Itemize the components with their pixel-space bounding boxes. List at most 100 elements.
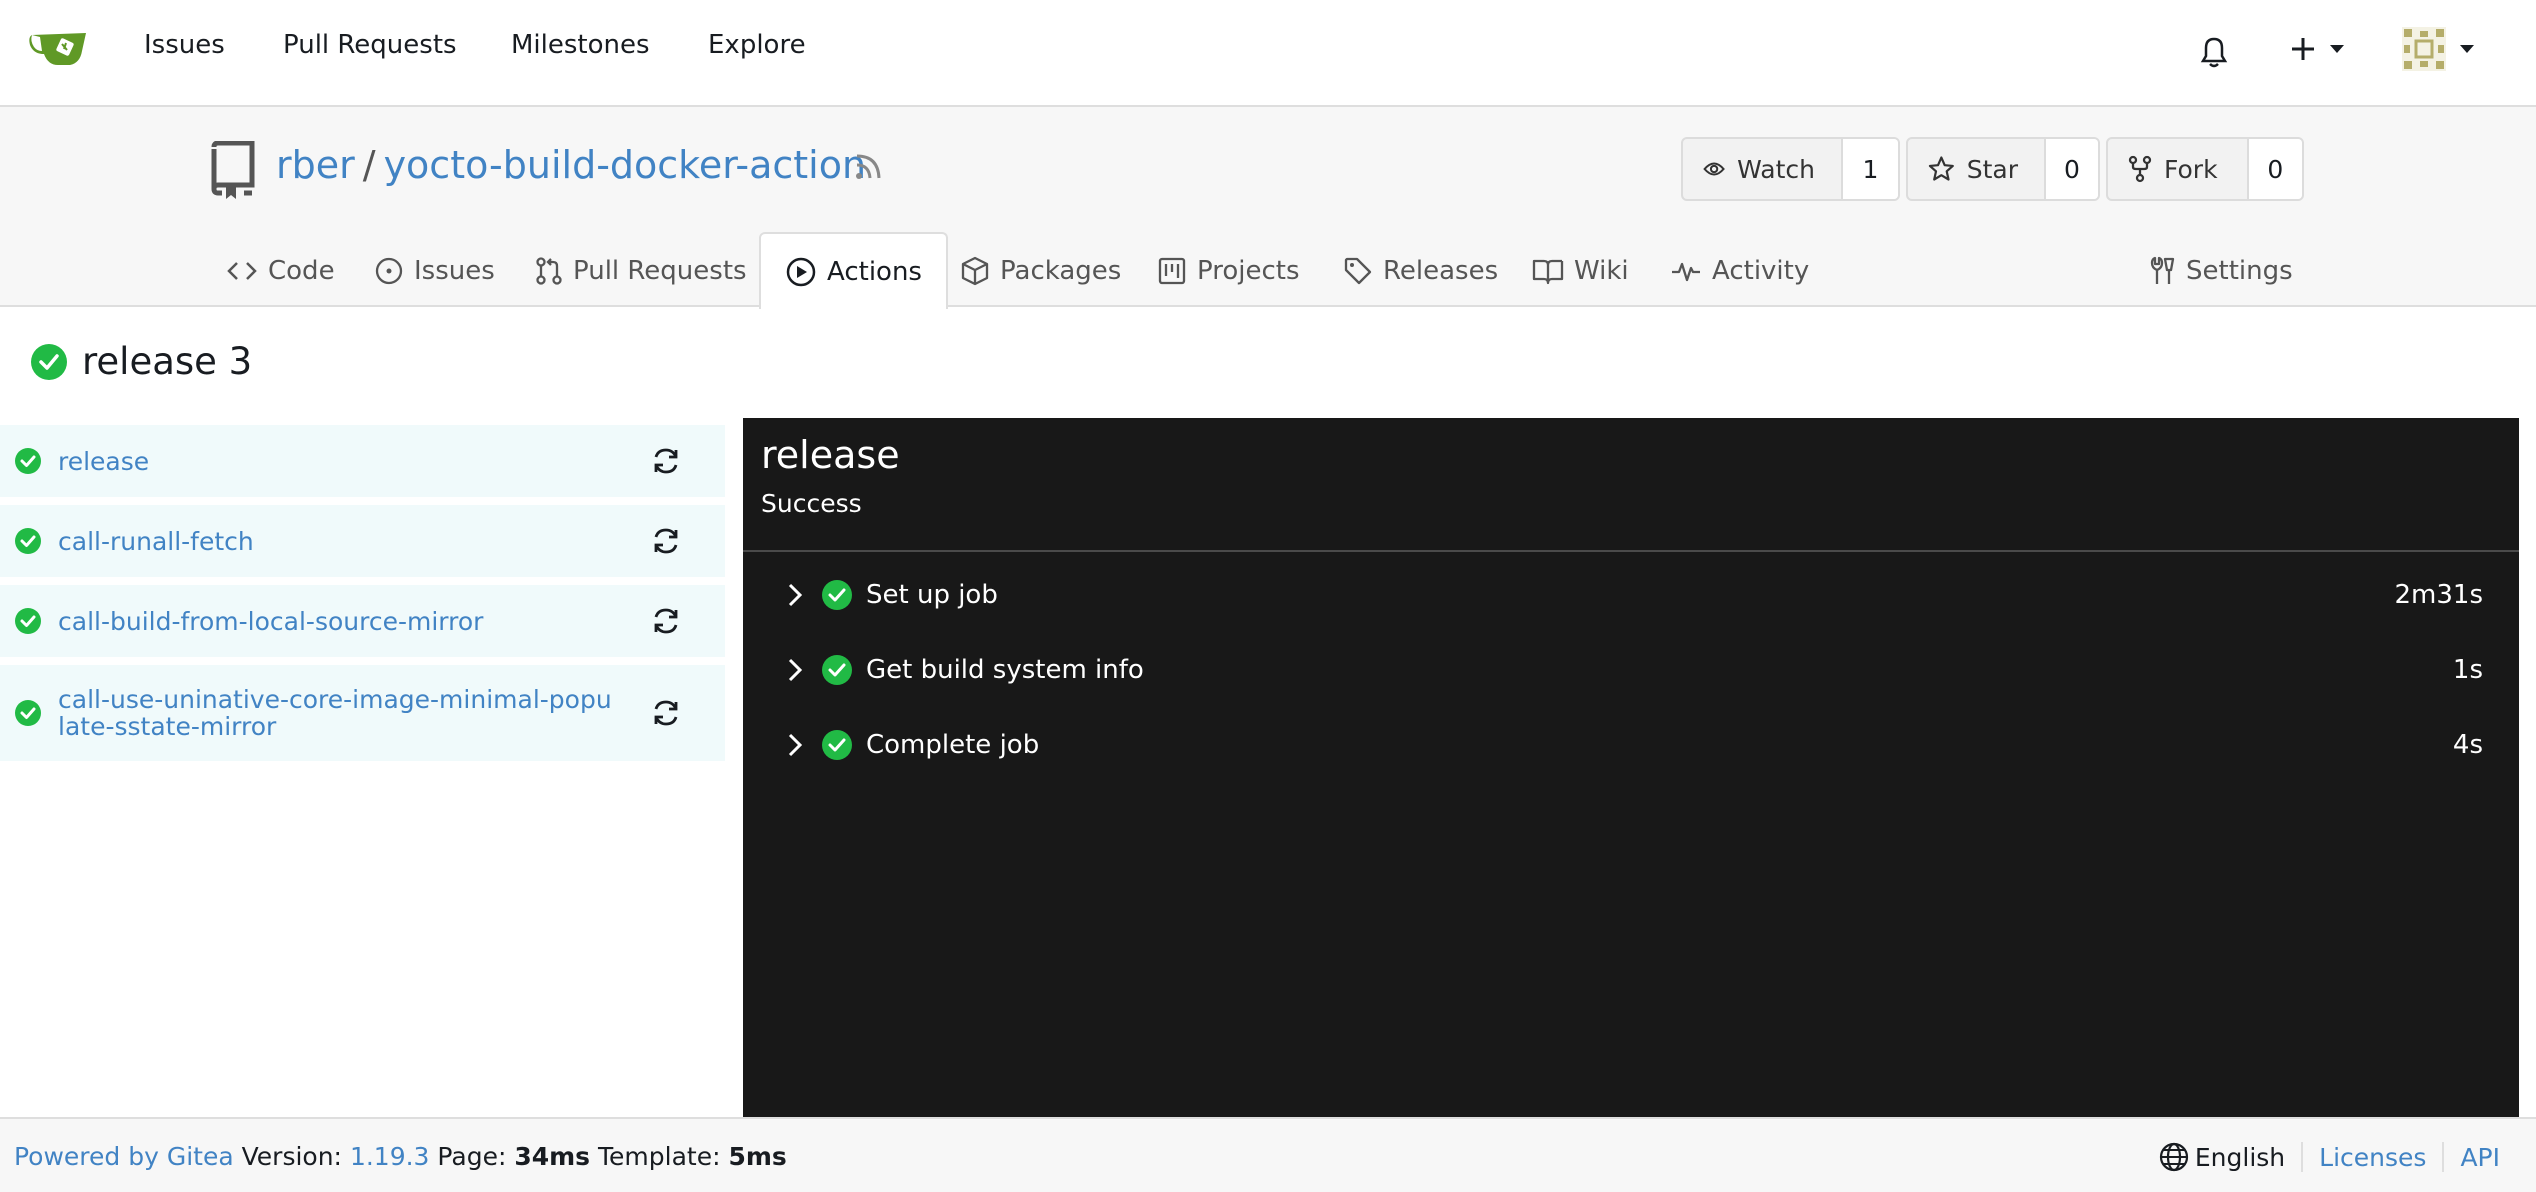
- footer-links: English Licenses API: [2159, 1142, 2500, 1172]
- star-icon: [1928, 156, 1954, 181]
- job-name[interactable]: call-build-from-local-source-mirror: [58, 608, 725, 635]
- job-item[interactable]: call-use-uninative-core-image-minimal-po…: [0, 665, 725, 761]
- check-circle-icon: [822, 730, 852, 760]
- page-time: 34ms: [514, 1142, 591, 1171]
- tab-wiki-label: Wiki: [1574, 255, 1629, 286]
- sync-icon[interactable]: [651, 698, 681, 728]
- code-icon: [227, 261, 257, 280]
- tab-code[interactable]: Code: [226, 232, 335, 309]
- check-circle-icon: [15, 700, 41, 726]
- check-circle-icon: [15, 608, 41, 634]
- tab-wiki[interactable]: Wiki: [1532, 232, 1629, 309]
- rss-icon[interactable]: [854, 153, 882, 181]
- repo-header: rber / yocto-build-docker-action Watch 1…: [0, 107, 2536, 309]
- job-name[interactable]: call-runall-fetch: [58, 528, 725, 555]
- api-link[interactable]: API: [2460, 1143, 2500, 1172]
- user-menu[interactable]: [2402, 27, 2474, 71]
- job-item[interactable]: call-runall-fetch: [0, 505, 725, 577]
- version-link[interactable]: 1.19.3: [350, 1142, 430, 1171]
- tab-pull-requests[interactable]: Pull Requests: [535, 232, 747, 309]
- template-label: Template:: [598, 1142, 721, 1171]
- repo-icon: [211, 141, 255, 199]
- avatar: [2402, 27, 2446, 71]
- job-log-panel: release Success Set up job 2m31s Get bui…: [743, 418, 2519, 1117]
- check-circle-icon: [15, 448, 41, 474]
- create-menu[interactable]: [2290, 36, 2344, 62]
- tab-issues-label: Issues: [414, 255, 495, 286]
- tab-activity-label: Activity: [1712, 255, 1810, 286]
- repo-title-separator: /: [362, 143, 376, 187]
- nav-milestones[interactable]: Milestones: [511, 30, 650, 60]
- job-name[interactable]: release: [58, 448, 725, 475]
- log-step[interactable]: Get build system info 1s: [743, 640, 2519, 700]
- run-title: release 3: [30, 340, 252, 383]
- repo-owner-link[interactable]: rber: [276, 143, 355, 187]
- job-item[interactable]: call-build-from-local-source-mirror: [0, 585, 725, 657]
- version-label: Version:: [241, 1142, 342, 1171]
- issue-opened-icon: [375, 257, 403, 284]
- log-step[interactable]: Set up job 2m31s: [743, 565, 2519, 625]
- fork-count[interactable]: 0: [2246, 139, 2302, 199]
- tab-issues[interactable]: Issues: [374, 232, 495, 309]
- pulse-icon: [1672, 262, 1700, 281]
- tab-packages-label: Packages: [1000, 255, 1122, 286]
- tab-settings-label: Settings: [2186, 255, 2293, 286]
- tab-actions[interactable]: Actions: [759, 232, 948, 309]
- repo-title: rber / yocto-build-docker-action: [276, 143, 866, 187]
- language-menu[interactable]: English: [2159, 1142, 2285, 1172]
- tab-activity[interactable]: Activity: [1670, 232, 1809, 309]
- footer-divider: [2442, 1142, 2445, 1172]
- star-count[interactable]: 0: [2044, 139, 2098, 199]
- gitea-logo[interactable]: [28, 27, 88, 71]
- log-step[interactable]: Complete job 4s: [743, 715, 2519, 775]
- star-button-group: Star 0: [1906, 137, 2100, 201]
- plus-icon: [2292, 38, 2314, 60]
- tab-releases-label: Releases: [1383, 255, 1499, 286]
- caret-down-icon: [2330, 45, 2344, 53]
- fork-button-group: Fork 0: [2106, 137, 2304, 201]
- watch-button[interactable]: Watch: [1683, 139, 1841, 199]
- log-step-name: Complete job: [866, 730, 1040, 760]
- footer-info: Powered by Gitea Version: 1.19.3 Page: 3…: [14, 1142, 787, 1171]
- repo-name-link[interactable]: yocto-build-docker-action: [384, 143, 867, 187]
- fork-button[interactable]: Fork: [2108, 139, 2247, 199]
- nav-issues[interactable]: Issues: [144, 30, 225, 60]
- powered-by-link[interactable]: Powered by Gitea: [14, 1142, 234, 1171]
- job-item[interactable]: release: [0, 425, 725, 497]
- log-step-duration: 2m31s: [2394, 580, 2484, 610]
- tab-settings[interactable]: Settings: [2150, 232, 2293, 309]
- fork-icon: [2128, 155, 2152, 183]
- play-icon: [786, 257, 816, 286]
- bell-icon[interactable]: [2200, 36, 2228, 68]
- tab-projects[interactable]: Projects: [1157, 232, 1300, 309]
- language-label: English: [2194, 1142, 2286, 1172]
- check-circle-icon: [822, 655, 852, 685]
- footer: Powered by Gitea Version: 1.19.3 Page: 3…: [0, 1117, 2536, 1192]
- log-header: release Success: [743, 418, 2519, 552]
- watch-count[interactable]: 1: [1841, 139, 1898, 199]
- nav-explore[interactable]: Explore: [708, 30, 806, 60]
- sync-icon[interactable]: [651, 446, 681, 476]
- tag-icon: [1344, 257, 1372, 284]
- check-circle-icon: [822, 580, 852, 610]
- watch-button-group: Watch 1: [1681, 137, 1900, 201]
- repo-tabs: Code Issues Pull Requests Actions Packag…: [0, 232, 2536, 309]
- nav-pull-requests[interactable]: Pull Requests: [283, 30, 457, 60]
- project-icon: [1158, 257, 1186, 284]
- log-job-status: Success: [761, 489, 862, 518]
- check-circle-icon: [15, 528, 41, 554]
- watch-label: Watch: [1737, 154, 1815, 184]
- tab-packages[interactable]: Packages: [960, 232, 1121, 309]
- log-step-name: Set up job: [866, 580, 998, 610]
- tools-icon: [2150, 256, 2175, 284]
- sync-icon[interactable]: [651, 526, 681, 556]
- footer-divider: [2301, 1142, 2304, 1172]
- sync-icon[interactable]: [651, 606, 681, 636]
- log-step-duration: 1s: [2452, 655, 2483, 685]
- job-name[interactable]: call-use-uninative-core-image-minimal-po…: [58, 686, 615, 740]
- top-navbar: Issues Pull Requests Milestones Explore: [0, 0, 2536, 107]
- book-icon: [1532, 259, 1564, 284]
- star-button[interactable]: Star: [1908, 139, 2044, 199]
- licenses-link[interactable]: Licenses: [2319, 1143, 2426, 1172]
- tab-releases[interactable]: Releases: [1343, 232, 1498, 309]
